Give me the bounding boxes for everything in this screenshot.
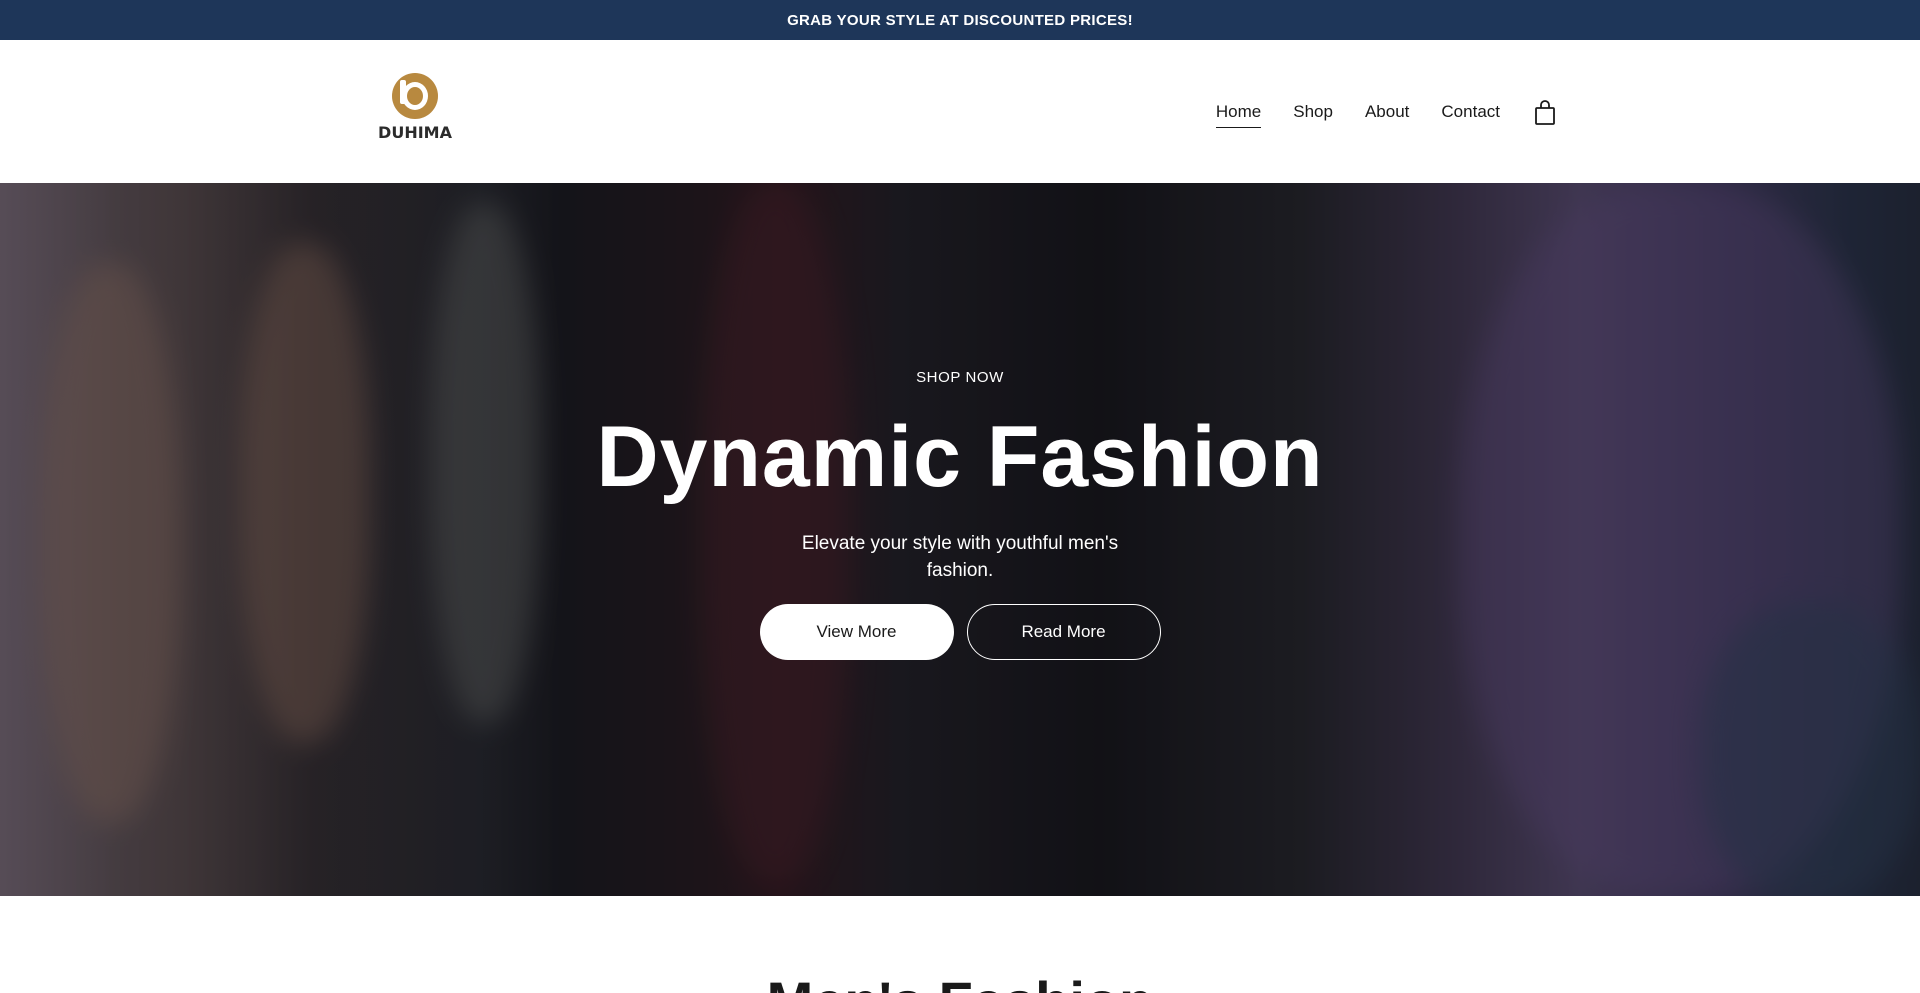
- logo[interactable]: DUHIMA: [378, 73, 452, 147]
- nav-shop[interactable]: Shop: [1293, 102, 1333, 124]
- hero-buttons: View More Read More: [759, 604, 1161, 660]
- hero-banner: SHOP NOW Dynamic Fashion Elevate your st…: [0, 183, 1920, 896]
- main-nav: Home Shop About Contact: [1184, 98, 1556, 128]
- hero-subtitle: Elevate your style with youthful men's f…: [801, 533, 1119, 581]
- site-header: DUHIMA Home Shop About Contact: [0, 40, 1920, 183]
- shopping-bag-icon[interactable]: [1534, 100, 1556, 126]
- logo-mark-icon: [392, 73, 438, 119]
- read-more-button[interactable]: Read More: [966, 604, 1161, 660]
- logo-text: DUHIMA: [378, 123, 452, 142]
- view-more-button[interactable]: View More: [759, 604, 954, 660]
- hero-title: Dynamic Fashion: [596, 409, 1324, 505]
- nav-about[interactable]: About: [1365, 102, 1409, 124]
- section-title: Men's Fashion: [0, 974, 1920, 993]
- nav-home[interactable]: Home: [1215, 102, 1262, 128]
- announcement-bar: GRAB YOUR STYLE AT DISCOUNTED PRICES!: [0, 0, 1920, 40]
- hero-content: SHOP NOW Dynamic Fashion Elevate your st…: [0, 183, 1920, 896]
- announcement-text: GRAB YOUR STYLE AT DISCOUNTED PRICES!: [787, 11, 1133, 29]
- hero-eyebrow: SHOP NOW: [916, 369, 1004, 386]
- nav-contact[interactable]: Contact: [1441, 102, 1500, 124]
- mens-fashion-section: Men's Fashion: [0, 896, 1920, 993]
